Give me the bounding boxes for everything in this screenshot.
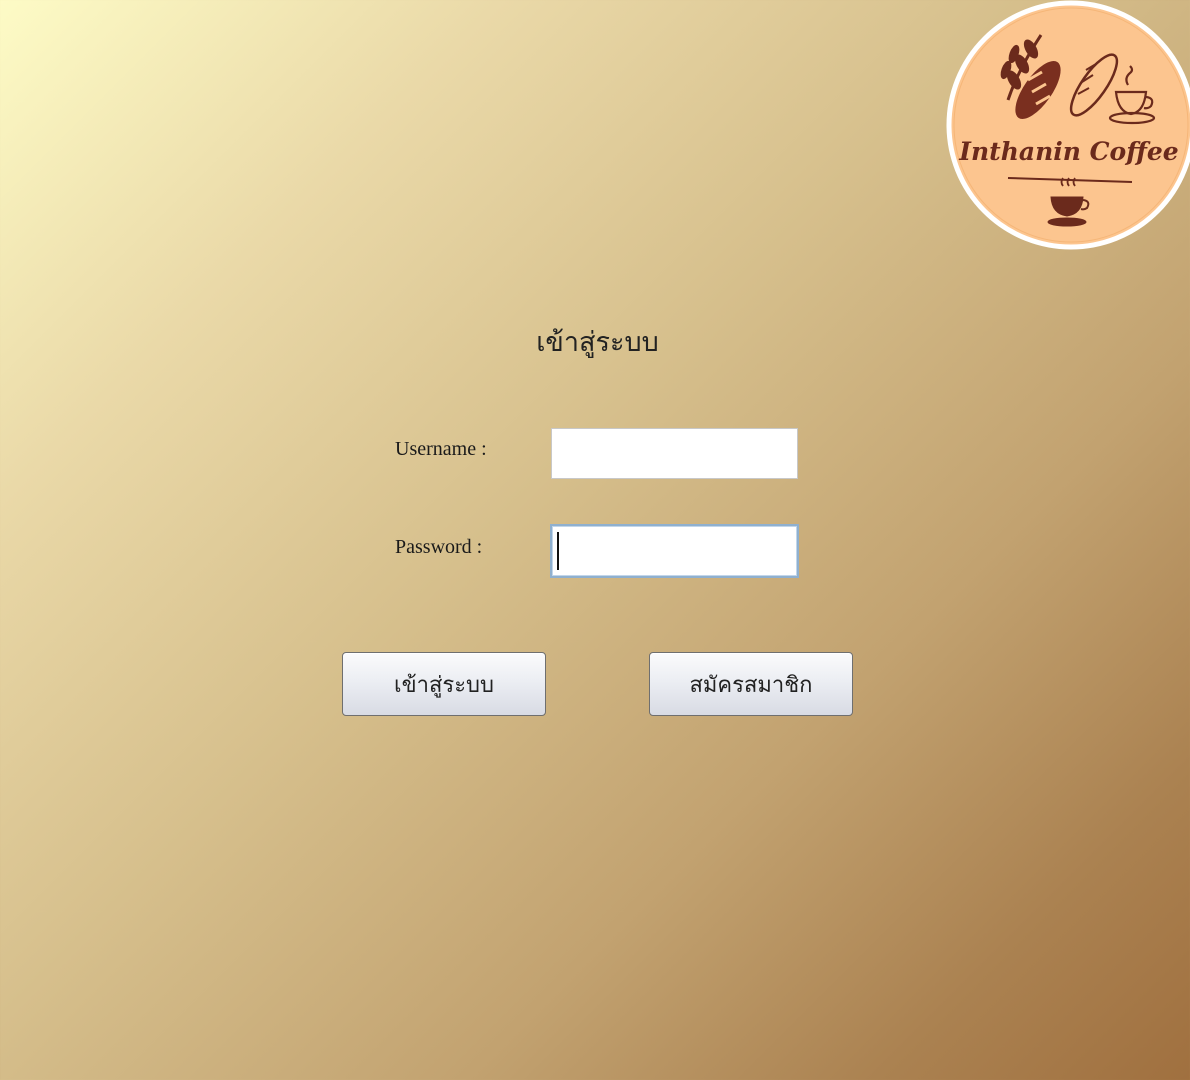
username-input[interactable] [551,428,798,479]
login-button[interactable]: เข้าสู่ระบบ [342,652,546,716]
inthanin-coffee-logo: Inthanin Coffee [946,0,1190,250]
logo-text: Inthanin Coffee [958,137,1178,166]
password-input[interactable] [550,524,799,578]
password-label: Password : [395,536,483,558]
page-title: เข้าสู่ระบบ [536,327,659,358]
text-caret [557,532,559,570]
logo-icon: Inthanin Coffee [946,0,1190,250]
register-button[interactable]: สมัครสมาชิก [649,652,853,716]
username-label: Username : [395,438,487,460]
